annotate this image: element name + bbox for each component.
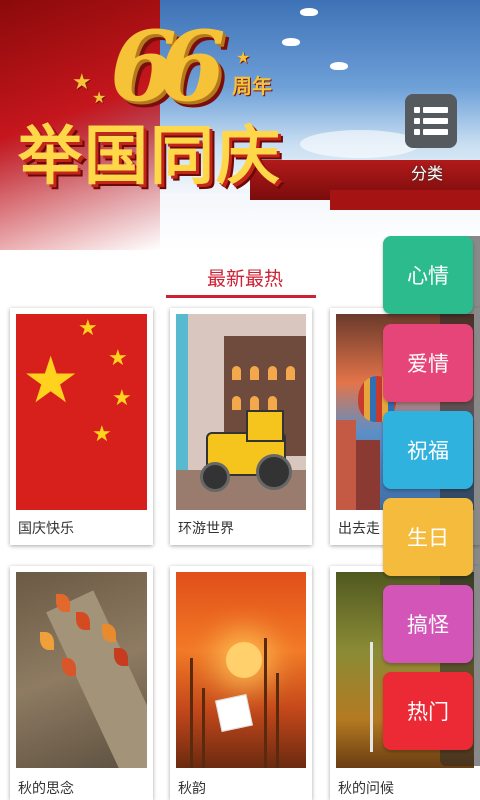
- windmill-icon: [370, 642, 373, 752]
- card-thumbnail: ★ ★ ★ ★ ★: [16, 314, 147, 510]
- menu-item-love[interactable]: 爱情: [383, 324, 473, 402]
- menu-item-birthday[interactable]: 生日: [383, 498, 473, 576]
- banner-title: 举国同庆: [18, 120, 282, 194]
- card-caption: 国庆快乐: [18, 521, 74, 537]
- card-national-day[interactable]: ★ ★ ★ ★ ★ 国庆快乐: [10, 308, 153, 545]
- card-thumbnail: [176, 572, 306, 768]
- star-icon: ★: [236, 48, 251, 67]
- dove-icon: [282, 38, 300, 46]
- list-icon: [414, 107, 448, 135]
- banner-wall: [330, 190, 480, 210]
- menu-item-mood[interactable]: 心情: [383, 236, 473, 314]
- banner-suffix: 周年: [232, 74, 272, 98]
- card-autumn-longing[interactable]: 秋的思念: [10, 566, 153, 800]
- card-thumbnail: [16, 572, 147, 768]
- star-icon: ★: [108, 346, 128, 371]
- section-underline: [166, 295, 316, 298]
- sun-icon: [226, 642, 262, 678]
- category-button[interactable]: [405, 94, 457, 148]
- card-caption: 环游世界: [178, 521, 234, 537]
- dove-icon: [330, 62, 348, 70]
- star-icon: ★: [22, 344, 80, 418]
- card-world-tour[interactable]: 环游世界: [170, 308, 312, 545]
- card-caption: 秋的问候: [338, 781, 394, 797]
- category-label[interactable]: 分类: [411, 160, 443, 184]
- menu-item-blessing[interactable]: 祝福: [383, 411, 473, 489]
- star-icon: ★: [78, 316, 98, 341]
- card-autumn-rhyme[interactable]: 秋韵: [170, 566, 312, 800]
- section-title[interactable]: 最新最热: [170, 264, 320, 291]
- card-caption: 秋的思念: [18, 781, 74, 797]
- card-caption: 秋韵: [178, 781, 206, 797]
- star-icon: ★: [92, 422, 112, 447]
- card-caption: 出去走: [338, 521, 380, 537]
- star-icon: ★: [72, 70, 92, 95]
- banner-cloud: [300, 130, 420, 158]
- card-thumbnail: [176, 314, 306, 510]
- menu-item-hot[interactable]: 热门: [383, 672, 473, 750]
- dove-icon: [300, 8, 318, 16]
- menu-item-funny[interactable]: 搞怪: [383, 585, 473, 663]
- star-icon: ★: [112, 386, 132, 411]
